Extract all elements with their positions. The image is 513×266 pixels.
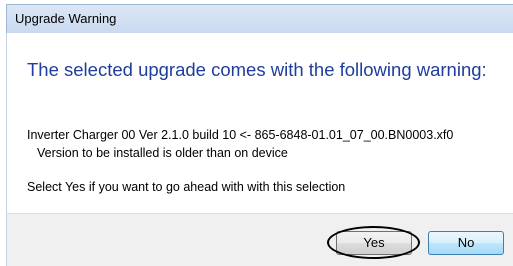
confirmation-prompt: Select Yes if you want to go ahead with … <box>27 180 346 194</box>
warning-detail-line: Version to be installed is older than on… <box>37 146 288 160</box>
yes-button[interactable]: Yes <box>336 231 412 255</box>
dialog-title: Upgrade Warning <box>15 11 117 26</box>
upgrade-warning-dialog: Upgrade Warning The selected upgrade com… <box>0 0 513 266</box>
no-button[interactable]: No <box>428 231 504 255</box>
title-bar[interactable]: Upgrade Warning <box>6 4 513 33</box>
warning-heading: The selected upgrade comes with the foll… <box>27 59 487 80</box>
warning-detail-line: Inverter Charger 00 Ver 2.1.0 build 10 <… <box>27 128 454 142</box>
